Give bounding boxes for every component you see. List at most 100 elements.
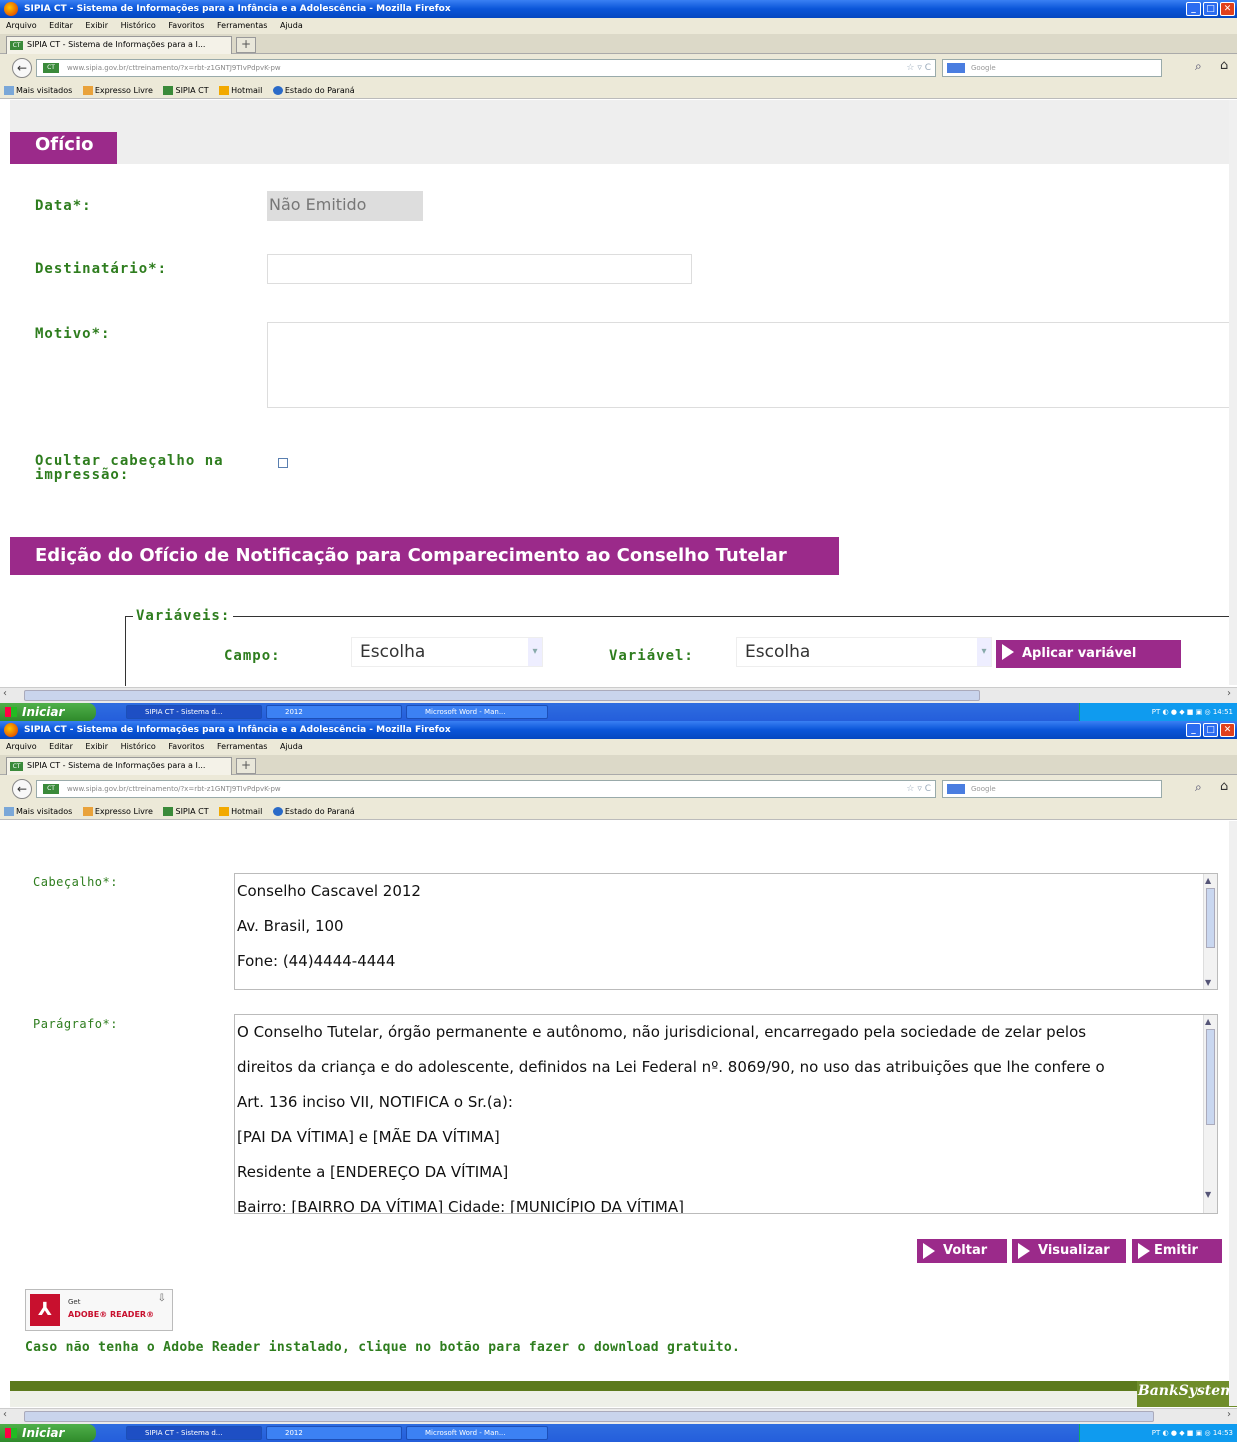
campo-select[interactable]: Escolha ▾: [351, 637, 543, 667]
menu-historico[interactable]: Histórico: [121, 742, 156, 751]
search-icon[interactable]: ⌕: [1195, 59, 1202, 74]
new-tab-button[interactable]: +: [236, 758, 256, 774]
paragrafo-line: Bairro: [BAIRRO DA VÍTIMA] Cidade: [MUNI…: [237, 1198, 684, 1214]
home-icon[interactable]: ⌂: [1220, 58, 1228, 73]
task-firefox[interactable]: SIPIA CT - Sistema d...: [126, 705, 262, 719]
menu-ferramentas[interactable]: Ferramentas: [217, 742, 267, 751]
menu-favoritos[interactable]: Favoritos: [168, 742, 204, 751]
search-bar[interactable]: Google: [942, 59, 1162, 77]
search-icon[interactable]: ⌕: [1195, 780, 1202, 795]
bookmark-sipia-ct[interactable]: SIPIA CT: [163, 807, 209, 816]
bookmark-star-icon[interactable]: ☆ ▿ C: [906, 781, 931, 797]
menu-exibir[interactable]: Exibir: [85, 742, 108, 751]
navigation-bar: ← CT www.sipia.gov.br/cttreinamento/?x=r…: [0, 775, 1237, 803]
menu-historico[interactable]: Histórico: [121, 21, 156, 30]
adobe-pdf-icon: ⅄: [30, 1294, 60, 1326]
back-button[interactable]: ←: [12, 58, 32, 78]
maximize-button[interactable]: □: [1203, 2, 1218, 16]
browser-tab[interactable]: CT SIPIA CT - Sistema de Informações par…: [6, 36, 232, 54]
search-bar[interactable]: Google: [942, 780, 1162, 798]
new-tab-button[interactable]: +: [236, 37, 256, 53]
sipia-icon: [163, 807, 174, 816]
menu-bar: Arquivo Editar Exibir Histórico Favorito…: [0, 18, 1237, 34]
url-bar[interactable]: CT www.sipia.gov.br/cttreinamento/?x=rbt…: [36, 59, 936, 77]
data-field: Não Emitido: [267, 191, 423, 221]
bookmark-mais-visitados[interactable]: Mais visitados: [4, 86, 72, 95]
bookmark-hotmail[interactable]: Hotmail: [219, 807, 262, 816]
scroll-thumb[interactable]: [24, 1411, 1154, 1422]
start-button[interactable]: Iniciar: [0, 703, 96, 721]
bookmark-estado-parana[interactable]: Estado do Paraná: [272, 86, 355, 95]
task-word[interactable]: Microsoft Word - Man...: [406, 1426, 548, 1440]
menu-ferramentas[interactable]: Ferramentas: [217, 21, 267, 30]
edit-section-title: Edição do Ofício de Notificação para Com…: [10, 537, 839, 575]
scroll-up-icon[interactable]: ▲: [1205, 876, 1211, 885]
close-button[interactable]: ✕: [1220, 723, 1235, 737]
bookmark-sipia-ct[interactable]: SIPIA CT: [163, 86, 209, 95]
menu-favoritos[interactable]: Favoritos: [168, 21, 204, 30]
menu-ajuda[interactable]: Ajuda: [280, 742, 303, 751]
menu-arquivo[interactable]: Arquivo: [6, 742, 37, 751]
start-button[interactable]: Iniciar: [0, 1424, 96, 1442]
scroll-thumb[interactable]: [24, 690, 980, 701]
task-word[interactable]: Microsoft Word - Man...: [406, 705, 548, 719]
url-bar[interactable]: CT www.sipia.gov.br/cttreinamento/?x=rbt…: [36, 780, 936, 798]
minimize-button[interactable]: _: [1186, 723, 1201, 737]
scroll-left-icon[interactable]: ‹: [3, 1409, 7, 1420]
browser-tab[interactable]: CT SIPIA CT - Sistema de Informações par…: [6, 757, 232, 775]
ocultar-cabecalho-checkbox[interactable]: [278, 458, 288, 468]
bookmark-star-icon[interactable]: ☆ ▿ C: [906, 60, 931, 76]
variavel-select[interactable]: Escolha ▾: [736, 637, 992, 667]
vertical-scrollbar[interactable]: [1229, 100, 1237, 685]
aplicar-variavel-button[interactable]: Aplicar variável: [996, 640, 1181, 668]
scroll-thumb[interactable]: [1206, 888, 1215, 948]
menu-exibir[interactable]: Exibir: [85, 21, 108, 30]
home-icon[interactable]: ⌂: [1220, 779, 1228, 794]
bookmark-expresso-livre[interactable]: Expresso Livre: [82, 86, 153, 95]
firefox-icon: [4, 2, 18, 16]
back-button[interactable]: ←: [12, 779, 32, 799]
menu-editar[interactable]: Editar: [49, 742, 73, 751]
voltar-button[interactable]: Voltar: [917, 1239, 1007, 1263]
footer-brand: BankSystem: [1137, 1383, 1235, 1399]
horizontal-scrollbar[interactable]: ‹ ›: [0, 687, 1237, 703]
system-tray: PT ◐ ● ◆ ■ ▣ ◎ 14:53: [1079, 1424, 1237, 1442]
textarea-scrollbar[interactable]: ▲ ▼: [1203, 1015, 1217, 1213]
cabecalho-textarea[interactable]: Conselho Cascavel 2012 Av. Brasil, 100 F…: [234, 873, 1218, 990]
motivo-textarea[interactable]: [267, 322, 1237, 408]
task-folder-2012[interactable]: 2012: [266, 1426, 402, 1440]
scroll-up-icon[interactable]: ▲: [1205, 1017, 1211, 1026]
task-folder-2012[interactable]: 2012: [266, 705, 402, 719]
sipia-icon: [163, 86, 174, 95]
minimize-button[interactable]: _: [1186, 2, 1201, 16]
task-firefox[interactable]: SIPIA CT - Sistema d...: [126, 1426, 262, 1440]
visualizar-button[interactable]: Visualizar: [1012, 1239, 1126, 1263]
scroll-left-icon[interactable]: ‹: [3, 688, 7, 699]
paragrafo-textarea[interactable]: O Conselho Tutelar, órgão permanente e a…: [234, 1014, 1218, 1214]
textarea-scrollbar[interactable]: ▲ ▼: [1203, 874, 1217, 989]
menu-arquivo[interactable]: Arquivo: [6, 21, 37, 30]
vertical-scrollbar[interactable]: [1229, 821, 1237, 1406]
paragrafo-line: direitos da criança e do adolescente, de…: [237, 1058, 1105, 1076]
scroll-right-icon[interactable]: ›: [1227, 688, 1231, 699]
bookmark-estado-parana[interactable]: Estado do Paraná: [272, 807, 355, 816]
form-area: [10, 164, 1237, 684]
menu-editar[interactable]: Editar: [49, 21, 73, 30]
campo-label: Campo:: [224, 648, 281, 664]
get-adobe-reader-button[interactable]: ⅄ Get ADOBE® READER® ⇩: [25, 1289, 173, 1331]
horizontal-scrollbar[interactable]: ‹ ›: [0, 1408, 1237, 1424]
section-header-band: [10, 100, 1237, 164]
scroll-right-icon[interactable]: ›: [1227, 1409, 1231, 1420]
bookmark-hotmail[interactable]: Hotmail: [219, 86, 262, 95]
bookmark-expresso-livre[interactable]: Expresso Livre: [82, 807, 153, 816]
scroll-thumb[interactable]: [1206, 1029, 1215, 1125]
emitir-button[interactable]: Emitir: [1132, 1239, 1222, 1263]
close-button[interactable]: ✕: [1220, 2, 1235, 16]
scroll-down-icon[interactable]: ▼: [1205, 978, 1211, 987]
destinatario-input[interactable]: [267, 254, 692, 284]
maximize-button[interactable]: □: [1203, 723, 1218, 737]
taskbar: Iniciar SIPIA CT - Sistema d... 2012 Mic…: [0, 703, 1237, 721]
menu-ajuda[interactable]: Ajuda: [280, 21, 303, 30]
bookmark-mais-visitados[interactable]: Mais visitados: [4, 807, 72, 816]
scroll-down-icon[interactable]: ▼: [1205, 1190, 1211, 1199]
